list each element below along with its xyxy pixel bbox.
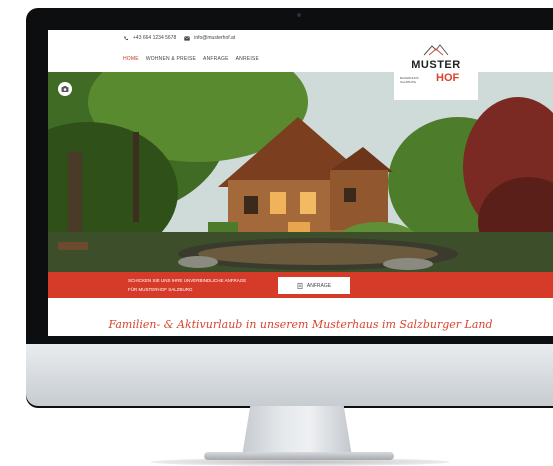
phone-icon <box>124 36 128 40</box>
site-logo[interactable]: MUSTER BAUERNHOF SALZBURG HOF <box>394 38 478 100</box>
hero-photo-garden-house <box>48 72 553 272</box>
monitor-chin <box>26 344 553 406</box>
nav-item-anfrage[interactable]: ANFRAGE <box>203 56 229 62</box>
nav-item-anreise[interactable]: ANREISE <box>236 56 259 62</box>
nav-item-wohnen-preise[interactable]: WOHNEN & PREISE <box>146 56 196 62</box>
camera-toggle-button[interactable] <box>58 82 72 96</box>
mail-icon <box>184 35 191 41</box>
mountain-house-icon <box>423 44 449 56</box>
main-nav: HOME WOHNEN & PREISE ANFRAGE ANREISE <box>123 56 259 62</box>
camera-icon <box>61 86 69 92</box>
logo-subtext: BAUERNHOF SALZBURG <box>400 76 419 84</box>
inquiry-button[interactable]: ANFRAGE <box>278 277 350 294</box>
contact-bar: +43 664 1234 5678 info@musterhof.at <box>123 35 235 41</box>
hero-image <box>48 72 553 272</box>
document-icon <box>297 282 303 289</box>
website-screen: +43 664 1234 5678 info@musterhof.at HOME… <box>48 30 553 336</box>
banner-text-line1: SCHICKEN SIE UNS IHRE UNVERBINDLICHE ANF… <box>128 278 247 283</box>
inquiry-banner: SCHICKEN SIE UNS IHRE UNVERBINDLICHE ANF… <box>48 272 553 298</box>
logo-wordmark-hof: HOF <box>436 72 460 84</box>
logo-wordmark-muster: MUSTER <box>411 59 461 71</box>
phone-number[interactable]: +43 664 1234 5678 <box>133 35 176 41</box>
monitor-base <box>204 452 394 460</box>
page-tagline: Familien- & Aktivurlaub in unserem Muste… <box>108 318 493 331</box>
monitor-camera <box>297 13 301 17</box>
email-link[interactable]: info@musterhof.at <box>194 35 235 41</box>
nav-item-home[interactable]: HOME <box>123 56 139 62</box>
banner-text-line2: FÜR MUSTERHOF SALZBURG <box>128 287 193 292</box>
banner-text: SCHICKEN SIE UNS IHRE UNVERBINDLICHE ANF… <box>128 276 246 294</box>
monitor-stand <box>242 406 352 454</box>
inquiry-button-label: ANFRAGE <box>306 282 332 289</box>
